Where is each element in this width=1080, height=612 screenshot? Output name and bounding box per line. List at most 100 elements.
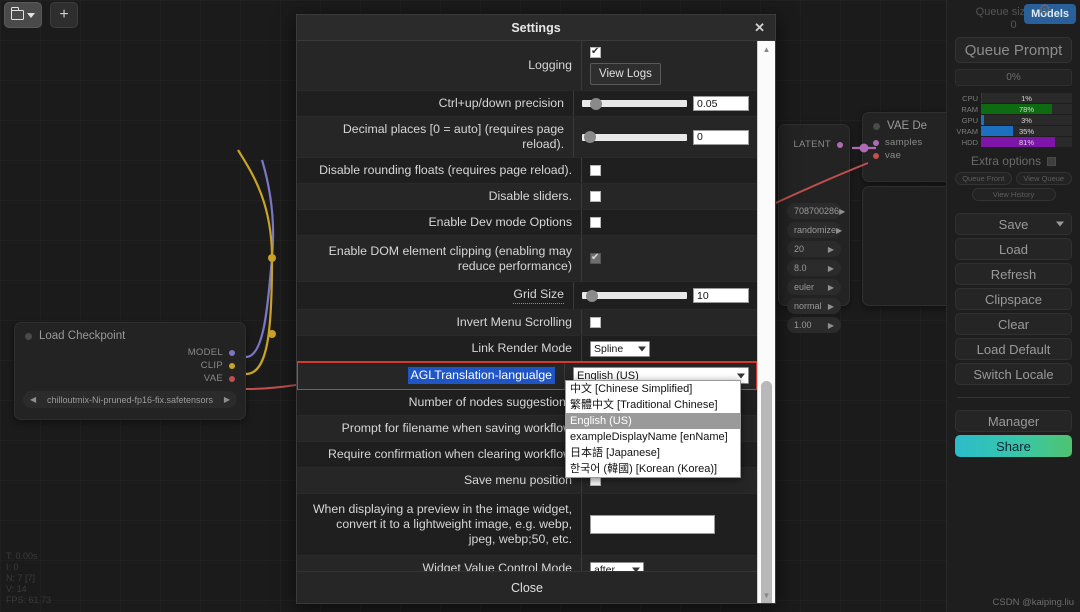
language-option[interactable]: 한국어 (韓國) [Korean (Korea)] — [566, 461, 740, 477]
grid-size-value[interactable]: 10 — [693, 288, 749, 303]
folder-icon — [11, 10, 24, 20]
folder-menu-button[interactable] — [4, 2, 42, 28]
settings-dialog: Settings ✕ Logging View Logs Ctrl+up/dow… — [296, 14, 776, 604]
scroll-down-icon[interactable]: ▼ — [758, 587, 775, 603]
resource-value: 78% — [981, 104, 1072, 114]
widget-next-icon[interactable]: ▶ — [828, 283, 834, 292]
scrollbar-thumb[interactable] — [761, 381, 772, 603]
language-option[interactable]: 日本語 [Japanese] — [566, 445, 740, 461]
setting-row-grid-size: Grid Size 10 — [297, 282, 757, 310]
clear-button[interactable]: Clear — [955, 313, 1072, 335]
extra-options-label: Extra options — [971, 154, 1041, 168]
setting-label: Disable rounding floats (requires page r… — [297, 158, 582, 183]
language-option-selected[interactable]: English (US) — [566, 413, 740, 429]
widget-ckpt-name[interactable]: ◀ chilloutmix-Ni-pruned-fp16-fix.safeten… — [23, 391, 237, 408]
logging-checkbox[interactable] — [590, 47, 601, 58]
widget-sampler-name[interactable]: euler ▶ — [787, 279, 841, 295]
widget-denoise[interactable]: 1.00 ▶ — [787, 317, 841, 333]
widget-cfg[interactable]: 8.0 ▶ — [787, 260, 841, 276]
port-dot[interactable] — [229, 350, 235, 356]
stat-nodes: N: 7 [7] — [6, 573, 51, 584]
widget-next-icon[interactable]: ▶ — [828, 245, 834, 254]
resource-row: VRAM 35% — [955, 126, 1072, 136]
widget-seed[interactable]: 708700286 ▶ — [787, 203, 841, 219]
resource-track: 1% — [981, 93, 1072, 103]
resource-track: 78% — [981, 104, 1072, 114]
refresh-button[interactable]: Refresh — [955, 263, 1072, 285]
widget-next-icon[interactable]: ▶ — [828, 264, 834, 273]
slider-track — [582, 134, 687, 141]
share-button[interactable]: Share — [955, 435, 1072, 457]
language-dropdown[interactable]: 中文 [Chinese Simplified] 繁體中文 [Traditiona… — [565, 380, 741, 478]
slider-knob[interactable] — [590, 98, 602, 110]
slider-knob[interactable] — [586, 290, 598, 302]
resource-row: CPU 1% — [955, 93, 1072, 103]
decimal-places-slider[interactable] — [582, 132, 687, 143]
port-dot[interactable] — [229, 363, 235, 369]
widget-next-icon[interactable]: ▶ — [836, 226, 842, 235]
language-option[interactable]: 中文 [Chinese Simplified] — [566, 381, 740, 397]
link-render-mode-select[interactable]: Spline — [590, 341, 650, 357]
queue-prompt-button[interactable]: Queue Prompt — [955, 37, 1072, 63]
widget-next-icon[interactable]: ▶ — [828, 302, 834, 311]
queue-front-button[interactable]: Queue Front — [955, 172, 1012, 185]
setting-row-logging: Logging View Logs — [297, 41, 757, 91]
language-option[interactable]: exampleDisplayName [enName] — [566, 429, 740, 445]
load-button[interactable]: Load — [955, 238, 1072, 260]
widget-control-mode-select[interactable]: after — [590, 562, 644, 572]
gear-icon[interactable] — [1039, 6, 1051, 18]
setting-row-agl-translation: AGLTranslation-langualge English (US) 中文… — [297, 362, 757, 390]
widget-next-icon[interactable]: ▶ — [828, 321, 834, 330]
setting-label: Disable sliders. — [297, 184, 582, 209]
add-tab-button[interactable]: + — [50, 2, 78, 28]
resource-label: HDD — [955, 138, 981, 147]
widget-scheduler[interactable]: normal ▶ — [787, 298, 841, 314]
node-load-checkpoint[interactable]: Load Checkpoint MODEL CLIP VAE ◀ chillou… — [14, 322, 246, 420]
extra-options-checkbox[interactable] — [1047, 157, 1056, 166]
ctrl-precision-slider[interactable] — [582, 98, 687, 109]
resource-label: RAM — [955, 105, 981, 114]
decimal-places-value[interactable]: 0 — [693, 130, 749, 145]
port-dot[interactable] — [873, 153, 879, 159]
port-dot[interactable] — [229, 376, 235, 382]
widget-next-icon[interactable]: ▶ — [839, 207, 845, 216]
widget-steps[interactable]: 20 ▶ — [787, 241, 841, 257]
disable-sliders-checkbox[interactable] — [590, 191, 601, 202]
slider-knob[interactable] — [584, 131, 596, 143]
port-dot[interactable] — [873, 140, 879, 146]
load-default-button[interactable]: Load Default — [955, 338, 1072, 360]
node-collapse-icon[interactable] — [873, 123, 880, 130]
view-history-button[interactable]: View History — [972, 188, 1056, 201]
node-output-clip[interactable]: CLIP — [15, 359, 245, 372]
scroll-up-icon[interactable]: ▲ — [758, 41, 775, 57]
language-option[interactable]: 繁體中文 [Traditional Chinese] — [566, 397, 740, 413]
dev-mode-checkbox[interactable] — [590, 217, 601, 228]
invert-scroll-checkbox[interactable] — [590, 317, 601, 328]
disable-rounding-checkbox[interactable] — [590, 165, 601, 176]
dom-clipping-checkbox[interactable] — [590, 253, 601, 264]
extra-options-row[interactable]: Extra options — [955, 154, 1072, 168]
settings-scrollbar[interactable]: ▲ ▼ — [757, 41, 775, 603]
setting-label: Number of nodes suggestions — [297, 390, 582, 415]
close-icon[interactable]: ✕ — [754, 20, 765, 36]
view-logs-button[interactable]: View Logs — [590, 63, 661, 85]
widget-control-after-generate[interactable]: randomize ▶ — [787, 222, 841, 238]
setting-label: Grid Size — [513, 287, 564, 304]
save-button[interactable]: Save — [955, 213, 1072, 235]
view-queue-button[interactable]: View Queue — [1016, 172, 1073, 185]
switch-locale-button[interactable]: Switch Locale — [955, 363, 1072, 385]
port-dot[interactable] — [837, 142, 843, 148]
manager-button[interactable]: Manager — [955, 410, 1072, 432]
grid-size-slider[interactable] — [582, 290, 687, 301]
chevron-down-icon[interactable] — [1056, 222, 1064, 227]
clipspace-button[interactable]: Clipspace — [955, 288, 1072, 310]
node-ksampler[interactable]: LATENT 708700286 ▶ randomize ▶ 20 ▶ 8.0 … — [778, 124, 850, 306]
close-button[interactable]: Close — [297, 571, 757, 603]
preview-format-input[interactable] — [590, 515, 715, 534]
node-collapse-icon[interactable] — [25, 333, 32, 340]
setting-row-disable-sliders: Disable sliders. — [297, 184, 757, 210]
node-output-latent[interactable]: LATENT — [779, 125, 849, 151]
ctrl-precision-value[interactable]: 0.05 — [693, 96, 749, 111]
node-output-model[interactable]: MODEL — [15, 346, 245, 359]
node-output-vae[interactable]: VAE — [15, 372, 245, 385]
